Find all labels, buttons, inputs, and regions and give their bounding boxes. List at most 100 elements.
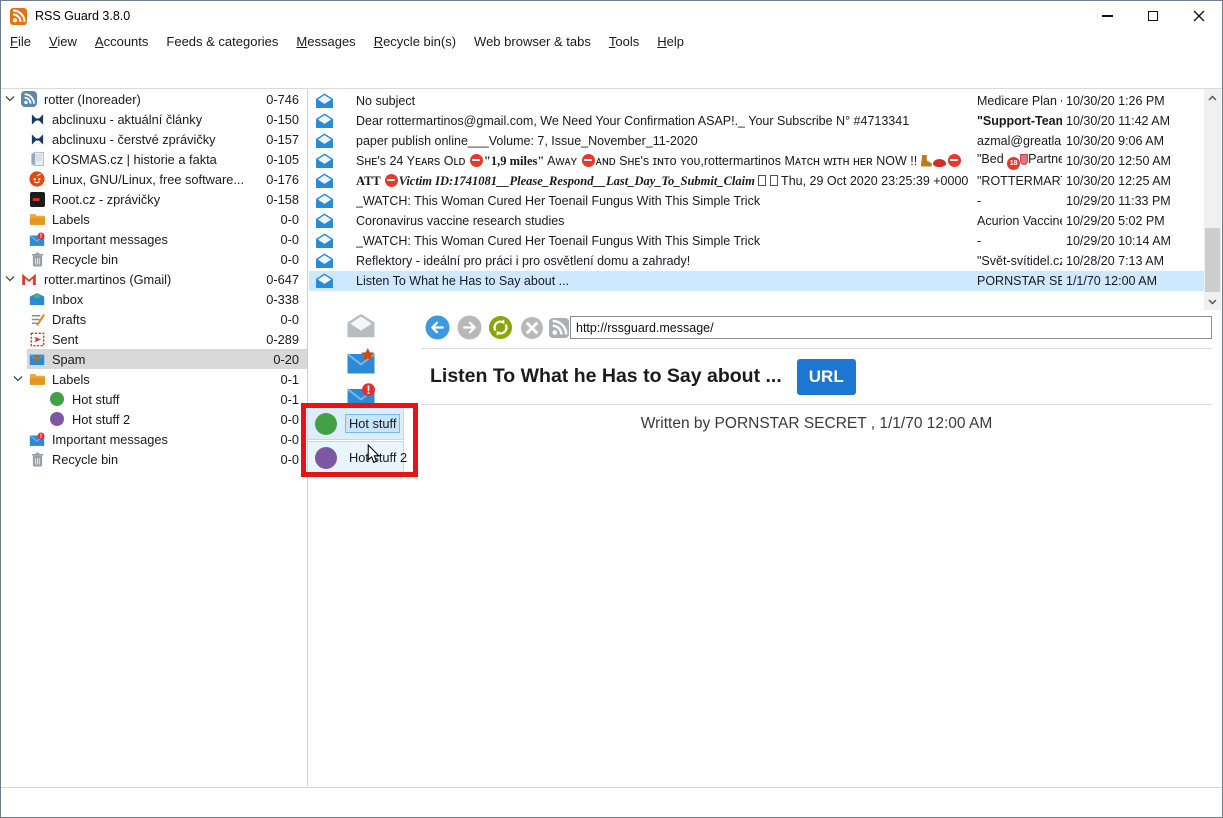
menu-feeds-categories[interactable]: Feeds & categories [157, 31, 287, 53]
message-row[interactable]: No subjectMedicare Plan <e... 10/30/20 1:… [309, 91, 1204, 111]
scrollbar-thumb[interactable] [1205, 228, 1220, 292]
message-row[interactable]: Listen To What he Has to Say about ...PO… [309, 271, 1204, 291]
feed-row-drafts[interactable]: Drafts0-0 [1, 309, 307, 329]
rss-gray-icon [549, 318, 569, 338]
maximize-button[interactable] [1130, 1, 1176, 31]
rootcz-icon [29, 191, 45, 207]
rss-guard-window: RSS Guard 3.8.0 FileViewAccountsFeeds & … [0, 0, 1223, 818]
browser-forward-button[interactable] [457, 315, 482, 340]
feed-row-hot-stuff-2[interactable]: Hot stuff 20-0 [1, 409, 307, 429]
menu-messages[interactable]: Messages [287, 31, 364, 53]
message-list-scrollbar[interactable] [1204, 89, 1221, 310]
feed-unread-count: 0-0 [281, 212, 300, 227]
preview-mark-important-button[interactable] [345, 347, 377, 375]
message-row[interactable]: ATT Victim ID:1741081__Please_Respond__L… [309, 171, 1204, 191]
feed-row-abclinuxu-erstv-zpr-vi-ky[interactable]: abclinuxu - čerstvé zprávičky0-157 [1, 129, 307, 149]
feed-row-important-messages[interactable]: !Important messages0-0 [1, 429, 307, 449]
message-sender: "Svět-svítidel.cz" ... [977, 254, 1062, 268]
menu-view[interactable]: View [40, 31, 86, 53]
message-subject: No subject [356, 94, 977, 108]
maximize-icon [1148, 11, 1158, 21]
mail-open-icon [315, 113, 335, 129]
url-input[interactable] [570, 316, 1212, 339]
message-subject: _WATCH: This Woman Cured Her Toenail Fun… [356, 194, 977, 208]
feed-row-root-cz-zpr-vi-ky[interactable]: Root.cz - zprávičky0-158 [1, 189, 307, 209]
feed-unread-count: 0-157 [266, 132, 299, 147]
status-bar [1, 787, 1222, 818]
feed-unread-count: 0-647 [266, 272, 299, 287]
message-subject: Listen To What he Has to Say about ... [356, 274, 977, 288]
message-sender: Medicare Plan <e... [977, 94, 1062, 108]
feed-label: rotter (Inoreader) [44, 92, 266, 107]
mail-open-gray-icon [346, 313, 376, 339]
browser-reload-button[interactable] [488, 315, 513, 340]
menu-tools[interactable]: Tools [600, 31, 648, 53]
message-row[interactable]: Dear rottermartinos@gmail.com, We Need Y… [309, 111, 1204, 131]
scroll-down-icon[interactable] [1204, 293, 1221, 310]
feed-row-inbox[interactable]: Inbox0-338 [1, 289, 307, 309]
message-subject: Dear rottermartinos@gmail.com, We Need Y… [356, 114, 977, 128]
label-toggle-hot-stuff[interactable]: Hot stuff [307, 407, 404, 440]
message-sender: "Bed 18Partne... [977, 152, 1062, 170]
feed-unread-count: 0-0 [281, 312, 300, 327]
feed-row-spam[interactable]: Spam0-20 [1, 349, 307, 369]
feed-row-abclinuxu-aktu-ln-l-nky[interactable]: abclinuxu - aktuální články0-150 [1, 109, 307, 129]
feed-row-rotter-martinos-gmail[interactable]: rotter.martinos (Gmail)0-647 [1, 269, 307, 289]
mail-exclamation-icon: ! [346, 383, 376, 410]
mail-open-icon [315, 233, 335, 249]
url-button[interactable]: URL [797, 359, 856, 395]
expander-chevron-icon[interactable] [13, 375, 25, 385]
message-row[interactable]: Sʜᴇ's 24 Yᴇᴀʀs Oʟᴅ "1,9 miles" Aᴡᴀʏ ᴀɴᴅ … [309, 151, 1204, 171]
feed-row-labels[interactable]: Labels0-1 [1, 369, 307, 389]
browser-back-button[interactable] [425, 315, 450, 340]
preview-mark-unread-button[interactable] [345, 312, 377, 340]
feed-row-kosmas-cz-historie-a-fakta[interactable]: KOSMAS.cz | historie a fakta0-105 [1, 149, 307, 169]
feed-label: Recycle bin [52, 252, 281, 267]
message-byline: Written by PORNSTAR SECRET , 1/1/70 12:0… [421, 415, 1212, 433]
feed-unread-count: 0-105 [266, 152, 299, 167]
minimize-button[interactable] [1084, 1, 1130, 31]
expander-chevron-icon[interactable] [5, 95, 17, 105]
feed-row-linux-gnu-linux-free-software[interactable]: Linux, GNU/Linux, free software...0-176 [1, 169, 307, 189]
mail-open-icon [315, 133, 335, 149]
feed-row-recycle-bin[interactable]: Recycle bin0-0 [1, 249, 307, 269]
no-entry-emoji [582, 154, 595, 167]
menu-accounts[interactable]: Accounts [86, 31, 157, 53]
expander-chevron-icon[interactable] [5, 275, 17, 285]
label-toggle-hot-stuff-2[interactable]: Hot stuff 2 [307, 441, 404, 474]
message-row[interactable]: paper publish online___Volume: 7, Issue_… [309, 131, 1204, 151]
browser-rss-button[interactable] [548, 315, 570, 340]
feed-row-labels[interactable]: Labels0-0 [1, 209, 307, 229]
message-row[interactable]: Reflektory - ideální pro práci i pro osv… [309, 251, 1204, 271]
feed-unread-count: 0-0 [281, 432, 300, 447]
menu-file[interactable]: File [1, 31, 40, 53]
feed-row-hot-stuff[interactable]: Hot stuff0-1 [1, 389, 307, 409]
feed-row-rotter-inoreader[interactable]: rotter (Inoreader)0-746 [1, 89, 307, 109]
feed-row-recycle-bin[interactable]: Recycle bin0-0 [1, 449, 307, 469]
message-date: 1/1/70 12:00 AM [1066, 274, 1204, 288]
message-row[interactable]: Coronavirus vaccine research studiesAcur… [309, 211, 1204, 231]
close-button[interactable] [1176, 1, 1222, 31]
menu-recycle-bin-s[interactable]: Recycle bin(s) [365, 31, 465, 53]
preview-mark-alert-button[interactable]: ! [345, 382, 377, 410]
no-entry-emoji [470, 154, 483, 167]
feed-row-important-messages[interactable]: !Important messages0-0 [1, 229, 307, 249]
message-row[interactable]: _WATCH: This Woman Cured Her Toenail Fun… [309, 191, 1204, 211]
feed-row-sent[interactable]: Sent0-289 [1, 329, 307, 349]
rss-logo-icon [10, 8, 27, 25]
kosmas-icon [29, 151, 45, 167]
menu-help[interactable]: Help [648, 31, 693, 53]
browser-stop-button[interactable] [519, 315, 544, 340]
feed-unread-count: 0-0 [281, 452, 300, 467]
under-18-emoji: 18 [1007, 157, 1020, 170]
label-green-icon [49, 391, 65, 407]
mail-open-icon [315, 273, 335, 289]
message-subject: _WATCH: This Woman Cured Her Toenail Fun… [356, 234, 977, 248]
feed-unread-count: 0-176 [266, 172, 299, 187]
message-sender: PORNSTAR SECR... [977, 274, 1062, 288]
scroll-up-icon[interactable] [1204, 89, 1221, 106]
message-row[interactable]: _WATCH: This Woman Cured Her Toenail Fun… [309, 231, 1204, 251]
menu-web-browser-tabs[interactable]: Web browser & tabs [465, 31, 600, 53]
message-date: 10/30/20 1:26 PM [1066, 94, 1204, 108]
feed-label: KOSMAS.cz | historie a fakta [52, 152, 266, 167]
